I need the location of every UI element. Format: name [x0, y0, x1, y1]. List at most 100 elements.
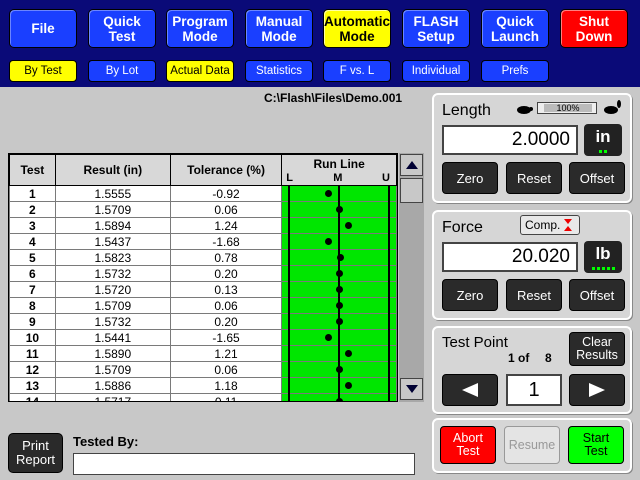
force-unit-label: lb — [595, 244, 611, 263]
tab-individual[interactable]: Individual — [402, 60, 470, 82]
tab-statistics[interactable]: Statistics — [245, 60, 313, 82]
test-point-total: 8 — [545, 351, 552, 365]
cell-test: 14 — [9, 393, 56, 401]
runline-limit-line — [388, 362, 391, 378]
tab-prefs[interactable]: Prefs — [481, 60, 549, 82]
runline-limit-line — [288, 346, 291, 362]
cell-test: 2 — [9, 201, 56, 218]
tested-by-input[interactable] — [73, 453, 415, 475]
runline-dot — [325, 334, 333, 341]
file-button[interactable]: File — [9, 9, 77, 48]
speed-slider[interactable]: 100% — [537, 102, 597, 114]
table-row: 4 1.5437 -1.68 — [9, 233, 397, 250]
length-reset-button[interactable]: Reset — [506, 162, 562, 194]
runline-dot — [345, 382, 353, 389]
table-row: 3 1.5894 1.24 — [9, 217, 397, 234]
runline-m-label: M — [333, 172, 343, 184]
cell-result: 1.5894 — [54, 217, 171, 234]
results-table: Test Result (in) Tolerance (%) Run Line … — [8, 153, 398, 402]
runline-limit-line — [288, 298, 291, 314]
compression-button[interactable]: Comp. — [520, 215, 580, 235]
cell-tolerance: -1.68 — [169, 233, 283, 250]
cell-tolerance: 0.11 — [169, 393, 283, 401]
table-row: 5 1.5823 0.78 — [9, 249, 397, 266]
next-test-point-button[interactable] — [569, 374, 625, 406]
runline-limit-line — [288, 314, 291, 330]
cell-test: 10 — [9, 329, 56, 346]
length-unit-button[interactable]: in — [584, 124, 622, 156]
cell-result: 1.5732 — [54, 265, 171, 282]
table-row: 7 1.5720 0.13 — [9, 281, 397, 298]
cell-result: 1.5709 — [54, 297, 171, 314]
table-scrollbar[interactable] — [399, 153, 424, 402]
table-row: 14 1.5717 0.11 — [9, 393, 397, 401]
runline-limit-line — [288, 282, 291, 298]
runline-limit-line — [338, 234, 341, 250]
cell-tolerance: 1.21 — [169, 345, 283, 362]
cell-runline — [281, 393, 397, 401]
print-report-button[interactable]: Print Report — [8, 433, 63, 473]
automatic-mode-button[interactable]: Automatic Mode — [323, 9, 391, 48]
file-path: C:\Flash\Files\Demo.001 — [264, 91, 403, 105]
scroll-up-button[interactable] — [400, 154, 423, 176]
cell-test: 7 — [9, 281, 56, 298]
prev-test-point-button[interactable] — [442, 374, 498, 406]
tab-by-lot[interactable]: By Lot — [88, 60, 156, 82]
cell-tolerance: 0.20 — [169, 313, 283, 330]
header-runline: Run Line L M U — [281, 154, 397, 186]
runline-limit-line — [388, 234, 391, 250]
force-panel: Force Comp. 20.020 lb Zero Reset Offset — [432, 210, 632, 320]
header-test: Test — [9, 154, 56, 186]
test-point-value[interactable]: 1 — [506, 374, 562, 406]
cell-result: 1.5720 — [54, 281, 171, 298]
resume-button[interactable]: Resume — [504, 426, 560, 464]
length-offset-button[interactable]: Offset — [569, 162, 625, 194]
program-mode-button[interactable]: Program Mode — [166, 9, 234, 48]
cell-runline — [281, 297, 397, 314]
tab-by-test[interactable]: By Test — [9, 60, 77, 82]
cell-test: 4 — [9, 233, 56, 250]
table-row: 9 1.5732 0.20 — [9, 313, 397, 330]
length-value: 2.0000 — [442, 125, 578, 155]
cell-result: 1.5717 — [54, 393, 171, 401]
shut-down-button[interactable]: Shut Down — [560, 9, 628, 48]
tab-f-vs-l[interactable]: F vs. L — [323, 60, 391, 82]
force-value: 20.020 — [442, 242, 578, 272]
cell-runline — [281, 361, 397, 378]
scroll-thumb[interactable] — [400, 178, 423, 203]
header-tolerance: Tolerance (%) — [169, 154, 283, 186]
flash-setup-button[interactable]: FLASH Setup — [402, 9, 470, 48]
runline-limit-line — [388, 378, 391, 394]
tested-by-label: Tested By: — [73, 434, 139, 449]
runline-limit-line — [388, 314, 391, 330]
cell-runline — [281, 265, 397, 282]
runline-title: Run Line — [313, 157, 365, 171]
abort-test-button[interactable]: Abort Test — [440, 426, 496, 464]
turtle-icon — [517, 106, 533, 114]
cell-result: 1.5437 — [54, 233, 171, 250]
start-test-button[interactable]: Start Test — [568, 426, 624, 464]
compression-label: Comp. — [525, 218, 561, 232]
runline-limit-line — [338, 330, 341, 346]
test-point-of: 1 of — [508, 351, 530, 365]
runline-limit-line — [288, 250, 291, 266]
force-unit-indicator — [584, 267, 622, 270]
force-offset-button[interactable]: Offset — [569, 279, 625, 311]
cell-test: 8 — [9, 297, 56, 314]
header-result: Result (in) — [54, 154, 171, 186]
triangle-down-icon — [405, 385, 418, 393]
runline-dot — [336, 318, 344, 325]
runline-limit-line — [288, 378, 291, 394]
runline-limit-line — [388, 346, 391, 362]
force-reset-button[interactable]: Reset — [506, 279, 562, 311]
scroll-down-button[interactable] — [400, 378, 423, 400]
force-zero-button[interactable]: Zero — [442, 279, 498, 311]
clear-results-button[interactable]: Clear Results — [569, 332, 625, 366]
runline-limit-line — [288, 186, 291, 202]
manual-mode-button[interactable]: Manual Mode — [245, 9, 313, 48]
tab-actual-data[interactable]: Actual Data — [166, 60, 234, 82]
length-zero-button[interactable]: Zero — [442, 162, 498, 194]
quick-test-button[interactable]: Quick Test — [88, 9, 156, 48]
quick-launch-button[interactable]: Quick Launch — [481, 9, 549, 48]
force-unit-button[interactable]: lb — [584, 241, 622, 273]
